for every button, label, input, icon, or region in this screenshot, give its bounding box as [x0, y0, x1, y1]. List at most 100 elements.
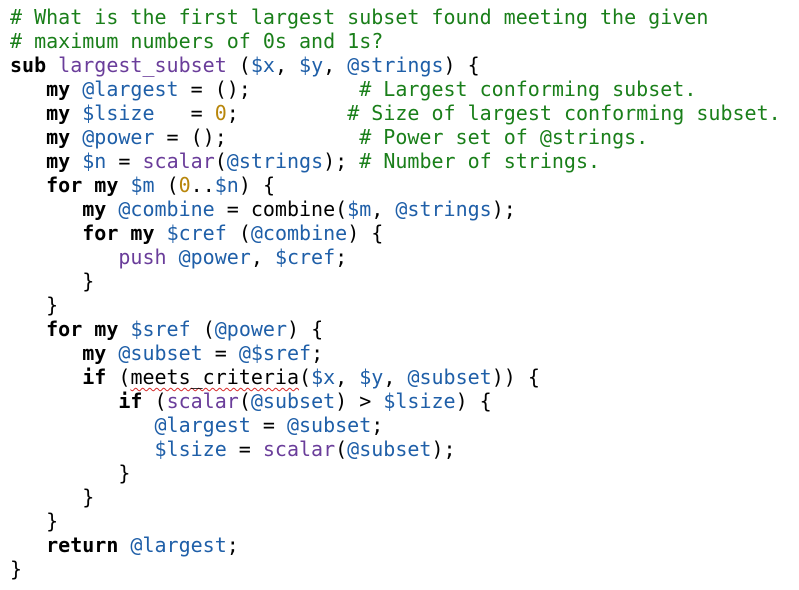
code-keyword: return: [46, 533, 119, 557]
code-text: ;: [226, 533, 239, 557]
code-keyword: my: [46, 125, 71, 149]
code-line[interactable]: }: [0, 269, 799, 293]
code-keyword: my: [94, 317, 119, 341]
code-line[interactable]: }: [0, 461, 799, 485]
code-variable: @strings: [226, 149, 324, 173]
code-line[interactable]: my @power = (); # Power set of @strings.: [0, 125, 799, 149]
code-line[interactable]: for my $sref (@power) {: [0, 317, 799, 341]
code-text: ,: [335, 365, 360, 389]
code-keyword: for: [82, 221, 119, 245]
code-text: (: [226, 53, 251, 77]
code-line[interactable]: if (meets_criteria($x, $y, @subset)) {: [0, 365, 799, 389]
code-line[interactable]: }: [0, 557, 799, 581]
code-line[interactable]: @largest = @subset;: [0, 413, 799, 437]
code-variable: @power: [214, 317, 287, 341]
code-line[interactable]: # What is the first largest subset found…: [0, 5, 799, 29]
code-text: ..: [190, 173, 215, 197]
code-text: ;: [311, 341, 324, 365]
code-text: ) {: [443, 53, 480, 77]
code-variable: $m: [130, 173, 155, 197]
code-variable: @subset: [347, 437, 432, 461]
code-text: ,: [371, 197, 396, 221]
code-line[interactable]: }: [0, 485, 799, 509]
code-keyword: for: [46, 173, 83, 197]
code-line[interactable]: my @subset = @$sref;: [0, 341, 799, 365]
code-comment: # What is the first largest subset found…: [10, 5, 709, 29]
code-comment: # Number of strings.: [359, 149, 601, 173]
code-text: }: [10, 293, 59, 317]
code-comment: # maximum numbers of 0s and 1s?: [10, 29, 384, 53]
code-keyword: my: [46, 77, 71, 101]
code-line[interactable]: push @power, $cref;: [0, 245, 799, 269]
code-text: ,: [323, 53, 348, 77]
code-line[interactable]: }: [0, 293, 799, 317]
code-text: ,: [250, 245, 275, 269]
code-keyword: if: [118, 389, 143, 413]
code-line[interactable]: sub largest_subset ($x, $y, @strings) {: [0, 53, 799, 77]
code-line[interactable]: }: [0, 509, 799, 533]
code-variable: @power: [82, 125, 155, 149]
code-keyword: my: [82, 197, 107, 221]
code-number: 0: [214, 101, 227, 125]
code-variable: @subset: [118, 341, 203, 365]
code-text: (: [142, 389, 167, 413]
code-keyword: sub: [10, 53, 47, 77]
code-text: ) {: [455, 389, 492, 413]
code-line[interactable]: my @combine = combine($m, @strings);: [0, 197, 799, 221]
code-comment: # Power set of @strings.: [359, 125, 649, 149]
code-line[interactable]: return @largest;: [0, 533, 799, 557]
code-line[interactable]: # maximum numbers of 0s and 1s?: [0, 29, 799, 53]
code-text: ;: [335, 245, 348, 269]
code-line[interactable]: for my $m (0..$n) {: [0, 173, 799, 197]
code-variable: $n: [82, 149, 107, 173]
code-keyword: my: [46, 149, 71, 173]
code-text: }: [10, 557, 23, 581]
code-text: }: [10, 461, 131, 485]
code-text: = ();: [154, 125, 360, 149]
code-line[interactable]: my $lsize = 0; # Size of largest conform…: [0, 101, 799, 125]
code-misspelled-word: meets_criteria: [130, 365, 300, 389]
code-line[interactable]: my $n = scalar(@strings); # Number of st…: [0, 149, 799, 173]
code-variable: $lsize: [154, 437, 227, 461]
code-variable: @subset: [250, 389, 336, 413]
code-line[interactable]: my @largest = (); # Largest conforming s…: [0, 77, 799, 101]
code-line[interactable]: $lsize = scalar(@subset);: [0, 437, 799, 461]
code-variable: @largest: [154, 413, 251, 437]
code-keyword: if: [82, 365, 107, 389]
code-variable: $y: [299, 53, 324, 77]
code-text: ) {: [287, 317, 324, 341]
code-text: = ();: [178, 77, 360, 101]
code-variable: @power: [178, 245, 251, 269]
code-text: =: [154, 101, 215, 125]
code-text: }: [10, 485, 95, 509]
code-variable: @$sref: [238, 341, 312, 365]
code-line[interactable]: if (scalar(@subset) > $lsize) {: [0, 389, 799, 413]
code-text: =: [226, 437, 263, 461]
code-line[interactable]: for my $cref (@combine) {: [0, 221, 799, 245]
code-editor[interactable]: # What is the first largest subset found…: [0, 0, 799, 590]
code-variable: $lsize: [383, 389, 456, 413]
code-text: ) {: [238, 173, 275, 197]
code-text: }: [10, 269, 95, 293]
code-number: 0: [178, 173, 191, 197]
code-text: }: [10, 509, 59, 533]
